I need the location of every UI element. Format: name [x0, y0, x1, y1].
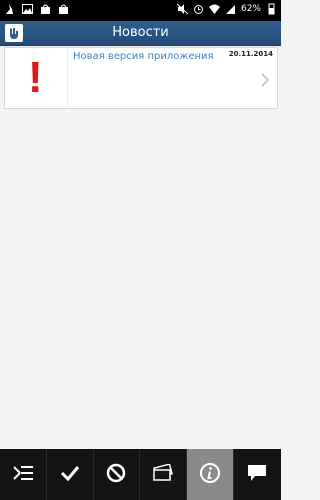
app-header: Новости [0, 21, 281, 46]
chat-button[interactable] [234, 449, 281, 500]
news-headline[interactable]: Новая версия приложения [73, 50, 214, 64]
wifi-icon [208, 3, 220, 15]
news-thumbnail: ! [5, 48, 68, 108]
mark-read-button[interactable] [47, 449, 94, 500]
status-bar: 62% [0, 0, 281, 21]
exclamation-icon: ! [28, 53, 43, 102]
bag-icon [40, 3, 51, 15]
signal-icon [225, 3, 236, 15]
battery-percent: 62% [240, 4, 261, 14]
chat-icon [246, 463, 268, 487]
news-date: 20.11.2014 [228, 50, 273, 58]
chevron-right-icon[interactable] [259, 72, 271, 87]
block-icon [106, 463, 126, 487]
image-icon [22, 3, 33, 15]
block-button[interactable] [94, 449, 141, 500]
bottom-toolbar [0, 449, 281, 500]
info-button[interactable] [187, 449, 234, 500]
news-list-item[interactable]: ! Новая версия приложения 20.11.2014 [4, 47, 278, 109]
menu-button[interactable] [0, 449, 47, 500]
tickets-button[interactable] [140, 449, 188, 500]
mute-icon [176, 3, 188, 15]
menu-icon [12, 464, 34, 486]
tickets-icon [152, 462, 174, 486]
cleaner-icon [4, 3, 15, 15]
info-icon [199, 462, 221, 488]
battery-icon [266, 3, 277, 15]
check-icon [60, 464, 80, 486]
alarm-icon [193, 3, 204, 15]
bag-icon [58, 3, 69, 15]
page-title: Новости [112, 25, 169, 40]
